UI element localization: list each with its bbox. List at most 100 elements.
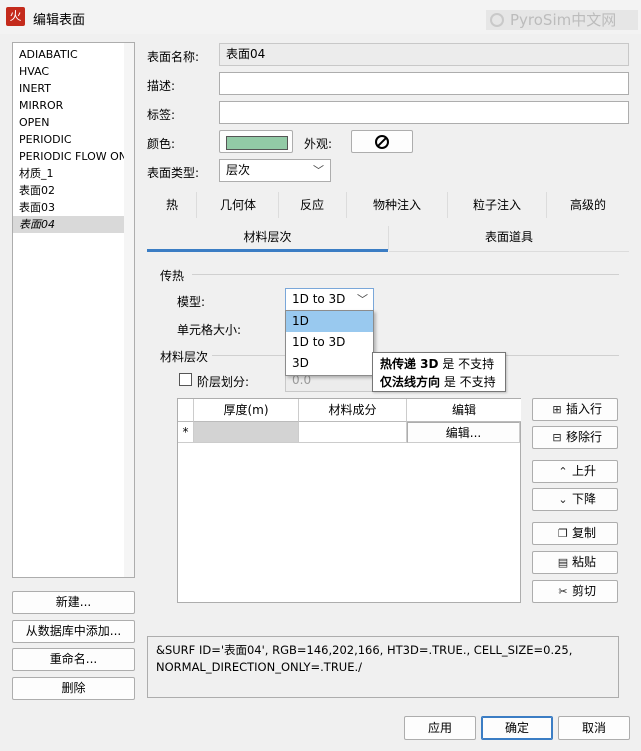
move-up-button[interactable]: ⌃ 上升 — [532, 460, 618, 483]
paste-icon: ▤ — [557, 556, 569, 569]
surface-list-item[interactable]: 表面03 — [13, 199, 134, 216]
paste-button[interactable]: ▤ 粘贴 — [532, 551, 618, 574]
cancel-button[interactable]: 取消 — [558, 716, 630, 740]
move-up-label: 上升 — [571, 464, 596, 478]
table-corner — [178, 399, 194, 422]
copy-button[interactable]: ❐ 复制 — [532, 522, 618, 545]
tag-input[interactable] — [219, 101, 629, 124]
surface-list-item[interactable]: ADIABATIC — [13, 46, 134, 63]
material-cell[interactable] — [299, 422, 407, 443]
appearance-button[interactable] — [351, 130, 413, 153]
code-line: &SURF ID='表面04', RGB=146,202,166, HT3D=.… — [156, 643, 573, 657]
ok-button[interactable]: 确定 — [481, 716, 553, 740]
group-divider — [192, 274, 619, 275]
surface-type-value: 层次 — [226, 163, 251, 177]
surface-type-label: 表面类型: — [147, 166, 200, 180]
column-header-edit[interactable]: 编辑 — [407, 399, 521, 422]
model-label: 模型: — [177, 295, 206, 309]
tab-surface-props[interactable]: 表面道具 — [389, 224, 629, 252]
tab-species-injection[interactable]: 物种注入 — [347, 190, 447, 220]
new-button[interactable]: 新建... — [12, 591, 135, 614]
description-input[interactable] — [219, 72, 629, 95]
move-down-icon: ⌄ — [558, 493, 568, 506]
surface-list-item[interactable]: MIRROR — [13, 97, 134, 114]
rename-button[interactable]: 重命名... — [12, 648, 135, 671]
column-header-material[interactable]: 材料成分 — [299, 399, 407, 422]
surface-type-select[interactable]: 层次 ﹀ — [219, 159, 331, 182]
edit-layer-button[interactable]: 编辑... — [407, 422, 520, 443]
model-select[interactable]: 1D to 3D ﹀ — [285, 288, 374, 311]
remove-row-label: 移除行 — [565, 430, 602, 444]
tooltip-bold: 仅法线方向 — [380, 375, 441, 389]
material-layers-table[interactable]: 厚度(m) 材料成分 编辑 * 编辑... — [177, 398, 521, 603]
description-label: 描述: — [147, 79, 176, 93]
color-swatch — [226, 136, 288, 150]
model-option-3d[interactable]: 3D — [286, 353, 373, 374]
surface-list-item[interactable]: 材质_1 — [13, 165, 134, 182]
surface-list[interactable]: ADIABATIC HVAC INERT MIRROR OPEN PERIODI… — [12, 42, 135, 578]
remove-row-button[interactable]: ⊟ 移除行 — [532, 426, 618, 449]
copy-icon: ❐ — [558, 527, 568, 540]
surface-list-item[interactable]: INERT — [13, 80, 134, 97]
tab-geometry[interactable]: 几何体 — [198, 190, 278, 220]
add-from-database-button[interactable]: 从数据库中添加... — [12, 620, 135, 643]
move-up-icon: ⌃ — [558, 465, 568, 478]
model-dropdown-list[interactable]: 1D 1D to 3D 3D — [285, 310, 374, 376]
window-title: 编辑表面 — [33, 13, 86, 28]
surface-name-field: 表面04 — [219, 43, 629, 66]
remove-row-icon: ⊟ — [552, 431, 562, 444]
copy-label: 复制 — [571, 526, 596, 540]
insert-row-icon: ⊞ — [552, 403, 562, 416]
cut-button[interactable]: ✂ 剪切 — [532, 580, 618, 603]
insert-row-button[interactable]: ⊞ 插入行 — [532, 398, 618, 421]
chevron-down-icon: ﹀ — [357, 293, 368, 306]
none-appearance-icon — [375, 135, 389, 149]
color-picker-button[interactable] — [219, 130, 293, 153]
tab-heat[interactable]: 热 — [154, 190, 190, 220]
delete-button[interactable]: 删除 — [12, 677, 135, 700]
tab-advanced[interactable]: 高级的 — [547, 190, 629, 220]
watermark-logo-icon — [490, 13, 504, 27]
tooltip-bold: 热传递 3D — [380, 357, 439, 371]
surface-list-item-selected[interactable]: 表面04 — [13, 216, 134, 233]
apply-button[interactable]: 应用 — [404, 716, 476, 740]
step-division-label: 阶层划分: — [197, 375, 250, 389]
row-marker: * — [178, 422, 194, 443]
tab-separator — [196, 192, 197, 218]
fds-code-preview: &SURF ID='表面04', RGB=146,202,166, HT3D=.… — [147, 636, 619, 698]
material-layers-group-label: 材料层次 — [160, 350, 209, 364]
surface-list-item[interactable]: PERIODIC FLOW ONLY — [13, 148, 134, 165]
app-icon: 火 — [6, 7, 25, 26]
paste-label: 粘贴 — [571, 555, 596, 569]
appearance-label: 外观: — [304, 137, 333, 151]
tab-reaction[interactable]: 反应 — [279, 190, 345, 220]
surface-list-item[interactable]: HVAC — [13, 63, 134, 80]
move-down-button[interactable]: ⌄ 下降 — [532, 488, 618, 511]
surface-list-scrollbar[interactable] — [124, 43, 134, 577]
surface-list-item[interactable]: 表面02 — [13, 182, 134, 199]
model-option-1d-to-3d[interactable]: 1D to 3D — [286, 332, 373, 353]
tooltip-text: 是 不支持 — [438, 357, 495, 371]
cut-icon: ✂ — [558, 585, 568, 598]
tab-material-layers[interactable]: 材料层次 — [147, 224, 388, 252]
code-line: NORMAL_DIRECTION_ONLY=.TRUE./ — [156, 660, 363, 674]
tab-particle-injection[interactable]: 粒子注入 — [448, 190, 546, 220]
tooltip-text: 是 不支持 — [440, 375, 496, 389]
surface-list-item[interactable]: PERIODIC — [13, 131, 134, 148]
step-division-checkbox[interactable] — [179, 373, 192, 386]
tooltip-line: 仅法线方向 是 不支持 — [380, 373, 498, 391]
model-value: 1D to 3D — [292, 292, 346, 306]
heat-transfer-group-label: 传热 — [160, 269, 185, 283]
model-option-1d[interactable]: 1D — [286, 311, 373, 332]
unsupported-tooltip: 热传递 3D 是 不支持 仅法线方向 是 不支持 — [372, 352, 506, 392]
cut-label: 剪切 — [571, 584, 596, 598]
chevron-down-icon: ﹀ — [313, 164, 324, 177]
surface-list-item[interactable]: OPEN — [13, 114, 134, 131]
column-header-thickness[interactable]: 厚度(m) — [194, 399, 299, 422]
move-down-label: 下降 — [571, 492, 596, 506]
tag-label: 标签: — [147, 108, 176, 122]
tooltip-line: 热传递 3D 是 不支持 — [380, 355, 498, 373]
thickness-cell[interactable] — [194, 422, 299, 443]
surface-name-label: 表面名称: — [147, 50, 200, 64]
insert-row-label: 插入行 — [565, 402, 602, 416]
